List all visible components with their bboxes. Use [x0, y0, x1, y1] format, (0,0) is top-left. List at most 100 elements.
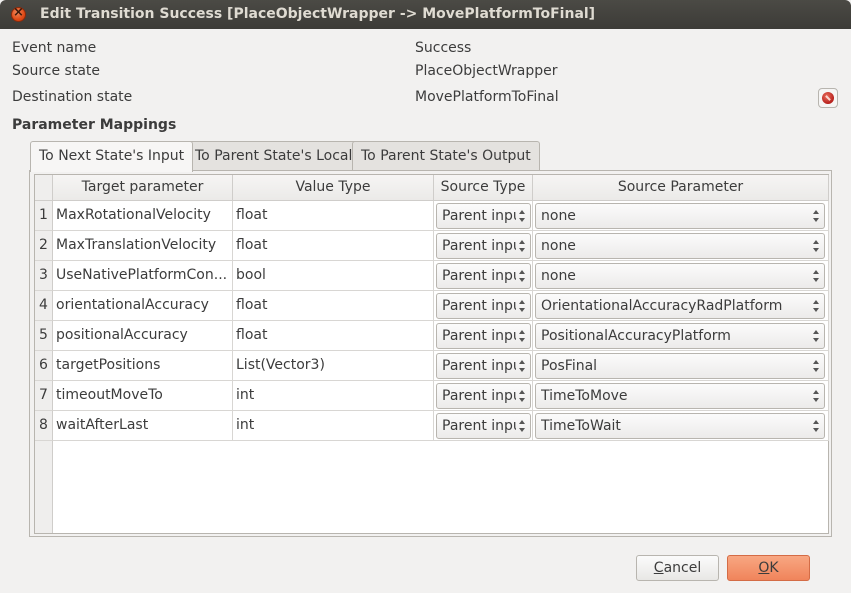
window-title: Edit Transition Success [PlaceObjectWrap…: [40, 6, 596, 22]
source-state-value: PlaceObjectWrapper: [415, 63, 558, 79]
clear-destination-icon[interactable]: [818, 88, 838, 108]
tab-next-state-input[interactable]: To Next State's Input: [30, 141, 194, 172]
close-icon[interactable]: [11, 5, 26, 22]
select-arrows-icon: [518, 209, 526, 223]
target-parameter-cell[interactable]: targetPositions: [53, 351, 233, 381]
target-parameter-cell[interactable]: waitAfterLast: [53, 411, 233, 441]
source-parameter-select[interactable]: TimeToMove: [535, 383, 825, 409]
source-parameter-cell: PositionalAccuracyPlatform: [533, 321, 829, 351]
source-type-value: Parent input: [442, 268, 516, 284]
select-arrows-icon: [518, 389, 526, 403]
source-type-cell: Parent input: [434, 411, 533, 441]
source-parameter-value: PosFinal: [541, 358, 598, 374]
row-number[interactable]: 4: [35, 291, 53, 321]
header-source-type[interactable]: Source Type: [434, 175, 533, 201]
source-type-select[interactable]: Parent input: [436, 323, 531, 349]
target-parameter-cell[interactable]: UseNativePlatformCon...: [53, 261, 233, 291]
row-header-empty: [35, 441, 53, 533]
source-parameter-select[interactable]: none: [535, 203, 825, 229]
value-type-cell[interactable]: bool: [233, 261, 434, 291]
target-parameter-cell[interactable]: MaxTranslationVelocity: [53, 231, 233, 261]
source-parameter-select[interactable]: TimeToWait: [535, 413, 825, 439]
source-parameter-value: PositionalAccuracyPlatform: [541, 328, 731, 344]
target-parameter-cell[interactable]: orientationalAccuracy: [53, 291, 233, 321]
select-arrows-icon: [812, 239, 820, 253]
source-parameter-cell: none: [533, 201, 829, 231]
value-type-cell[interactable]: int: [233, 411, 434, 441]
source-type-cell: Parent input: [434, 291, 533, 321]
row-number[interactable]: 2: [35, 231, 53, 261]
target-parameter-cell[interactable]: positionalAccuracy: [53, 321, 233, 351]
row-number[interactable]: 7: [35, 381, 53, 411]
select-arrows-icon: [518, 299, 526, 313]
value-type-cell[interactable]: float: [233, 201, 434, 231]
source-type-value: Parent input: [442, 358, 516, 374]
cancel-label: ancel: [663, 560, 702, 576]
source-parameter-value: OrientationalAccuracyRadPlatform: [541, 298, 783, 314]
cancel-mnemonic: C: [653, 560, 664, 576]
value-type-cell[interactable]: float: [233, 291, 434, 321]
source-parameter-select[interactable]: OrientationalAccuracyRadPlatform: [535, 293, 825, 319]
select-arrows-icon: [812, 299, 820, 313]
select-arrows-icon: [812, 209, 820, 223]
select-arrows-icon: [518, 419, 526, 433]
destination-state-label: Destination state: [12, 89, 133, 105]
source-type-select[interactable]: Parent input: [436, 413, 531, 439]
table-corner: [35, 175, 53, 201]
source-parameter-cell: PosFinal: [533, 351, 829, 381]
destination-state-value: MovePlatformToFinal: [415, 89, 559, 105]
value-type-cell[interactable]: float: [233, 231, 434, 261]
source-type-cell: Parent input: [434, 321, 533, 351]
source-type-select[interactable]: Parent input: [436, 233, 531, 259]
source-state-label: Source state: [12, 63, 100, 79]
source-type-value: Parent input: [442, 298, 516, 314]
source-parameter-select[interactable]: none: [535, 263, 825, 289]
header-value-type[interactable]: Value Type: [233, 175, 434, 201]
ok-mnemonic: O: [758, 560, 770, 576]
cancel-button[interactable]: Cancel: [636, 555, 719, 581]
event-name-label: Event name: [12, 40, 97, 56]
source-parameter-value: none: [541, 208, 576, 224]
value-type-cell[interactable]: int: [233, 381, 434, 411]
select-arrows-icon: [518, 359, 526, 373]
header-target-parameter[interactable]: Target parameter: [53, 175, 233, 201]
source-type-value: Parent input: [442, 328, 516, 344]
ok-button[interactable]: OK: [727, 555, 810, 581]
tab-parent-state-local[interactable]: To Parent State's Local: [186, 141, 362, 171]
select-arrows-icon: [518, 269, 526, 283]
row-number[interactable]: 6: [35, 351, 53, 381]
select-arrows-icon: [812, 329, 820, 343]
value-type-cell[interactable]: List(Vector3): [233, 351, 434, 381]
source-type-select[interactable]: Parent input: [436, 383, 531, 409]
row-number[interactable]: 1: [35, 201, 53, 231]
source-parameter-value: TimeToWait: [541, 418, 621, 434]
value-type-cell[interactable]: float: [233, 321, 434, 351]
source-parameter-select[interactable]: PositionalAccuracyPlatform: [535, 323, 825, 349]
header-source-parameter[interactable]: Source Parameter: [533, 175, 829, 201]
select-arrows-icon: [518, 239, 526, 253]
row-number[interactable]: 5: [35, 321, 53, 351]
source-parameter-value: none: [541, 238, 576, 254]
parameter-mappings-heading: Parameter Mappings: [12, 117, 177, 133]
ok-label: K: [769, 560, 779, 576]
source-type-select[interactable]: Parent input: [436, 263, 531, 289]
source-parameter-cell: none: [533, 231, 829, 261]
row-number[interactable]: 3: [35, 261, 53, 291]
row-number[interactable]: 8: [35, 411, 53, 441]
source-type-select[interactable]: Parent input: [436, 293, 531, 319]
event-name-value: Success: [415, 40, 472, 56]
source-parameter-cell: TimeToMove: [533, 381, 829, 411]
source-parameter-select[interactable]: PosFinal: [535, 353, 825, 379]
source-type-cell: Parent input: [434, 201, 533, 231]
source-parameter-cell: OrientationalAccuracyRadPlatform: [533, 291, 829, 321]
tab-pane: Target parameter Value Type Source Type …: [29, 170, 832, 537]
target-parameter-cell[interactable]: MaxRotationalVelocity: [53, 201, 233, 231]
tab-parent-state-output[interactable]: To Parent State's Output: [352, 141, 540, 171]
source-type-select[interactable]: Parent input: [436, 203, 531, 229]
select-arrows-icon: [518, 329, 526, 343]
source-type-cell: Parent input: [434, 381, 533, 411]
target-parameter-cell[interactable]: timeoutMoveTo: [53, 381, 233, 411]
source-type-value: Parent input: [442, 418, 516, 434]
source-type-select[interactable]: Parent input: [436, 353, 531, 379]
source-parameter-select[interactable]: none: [535, 233, 825, 259]
